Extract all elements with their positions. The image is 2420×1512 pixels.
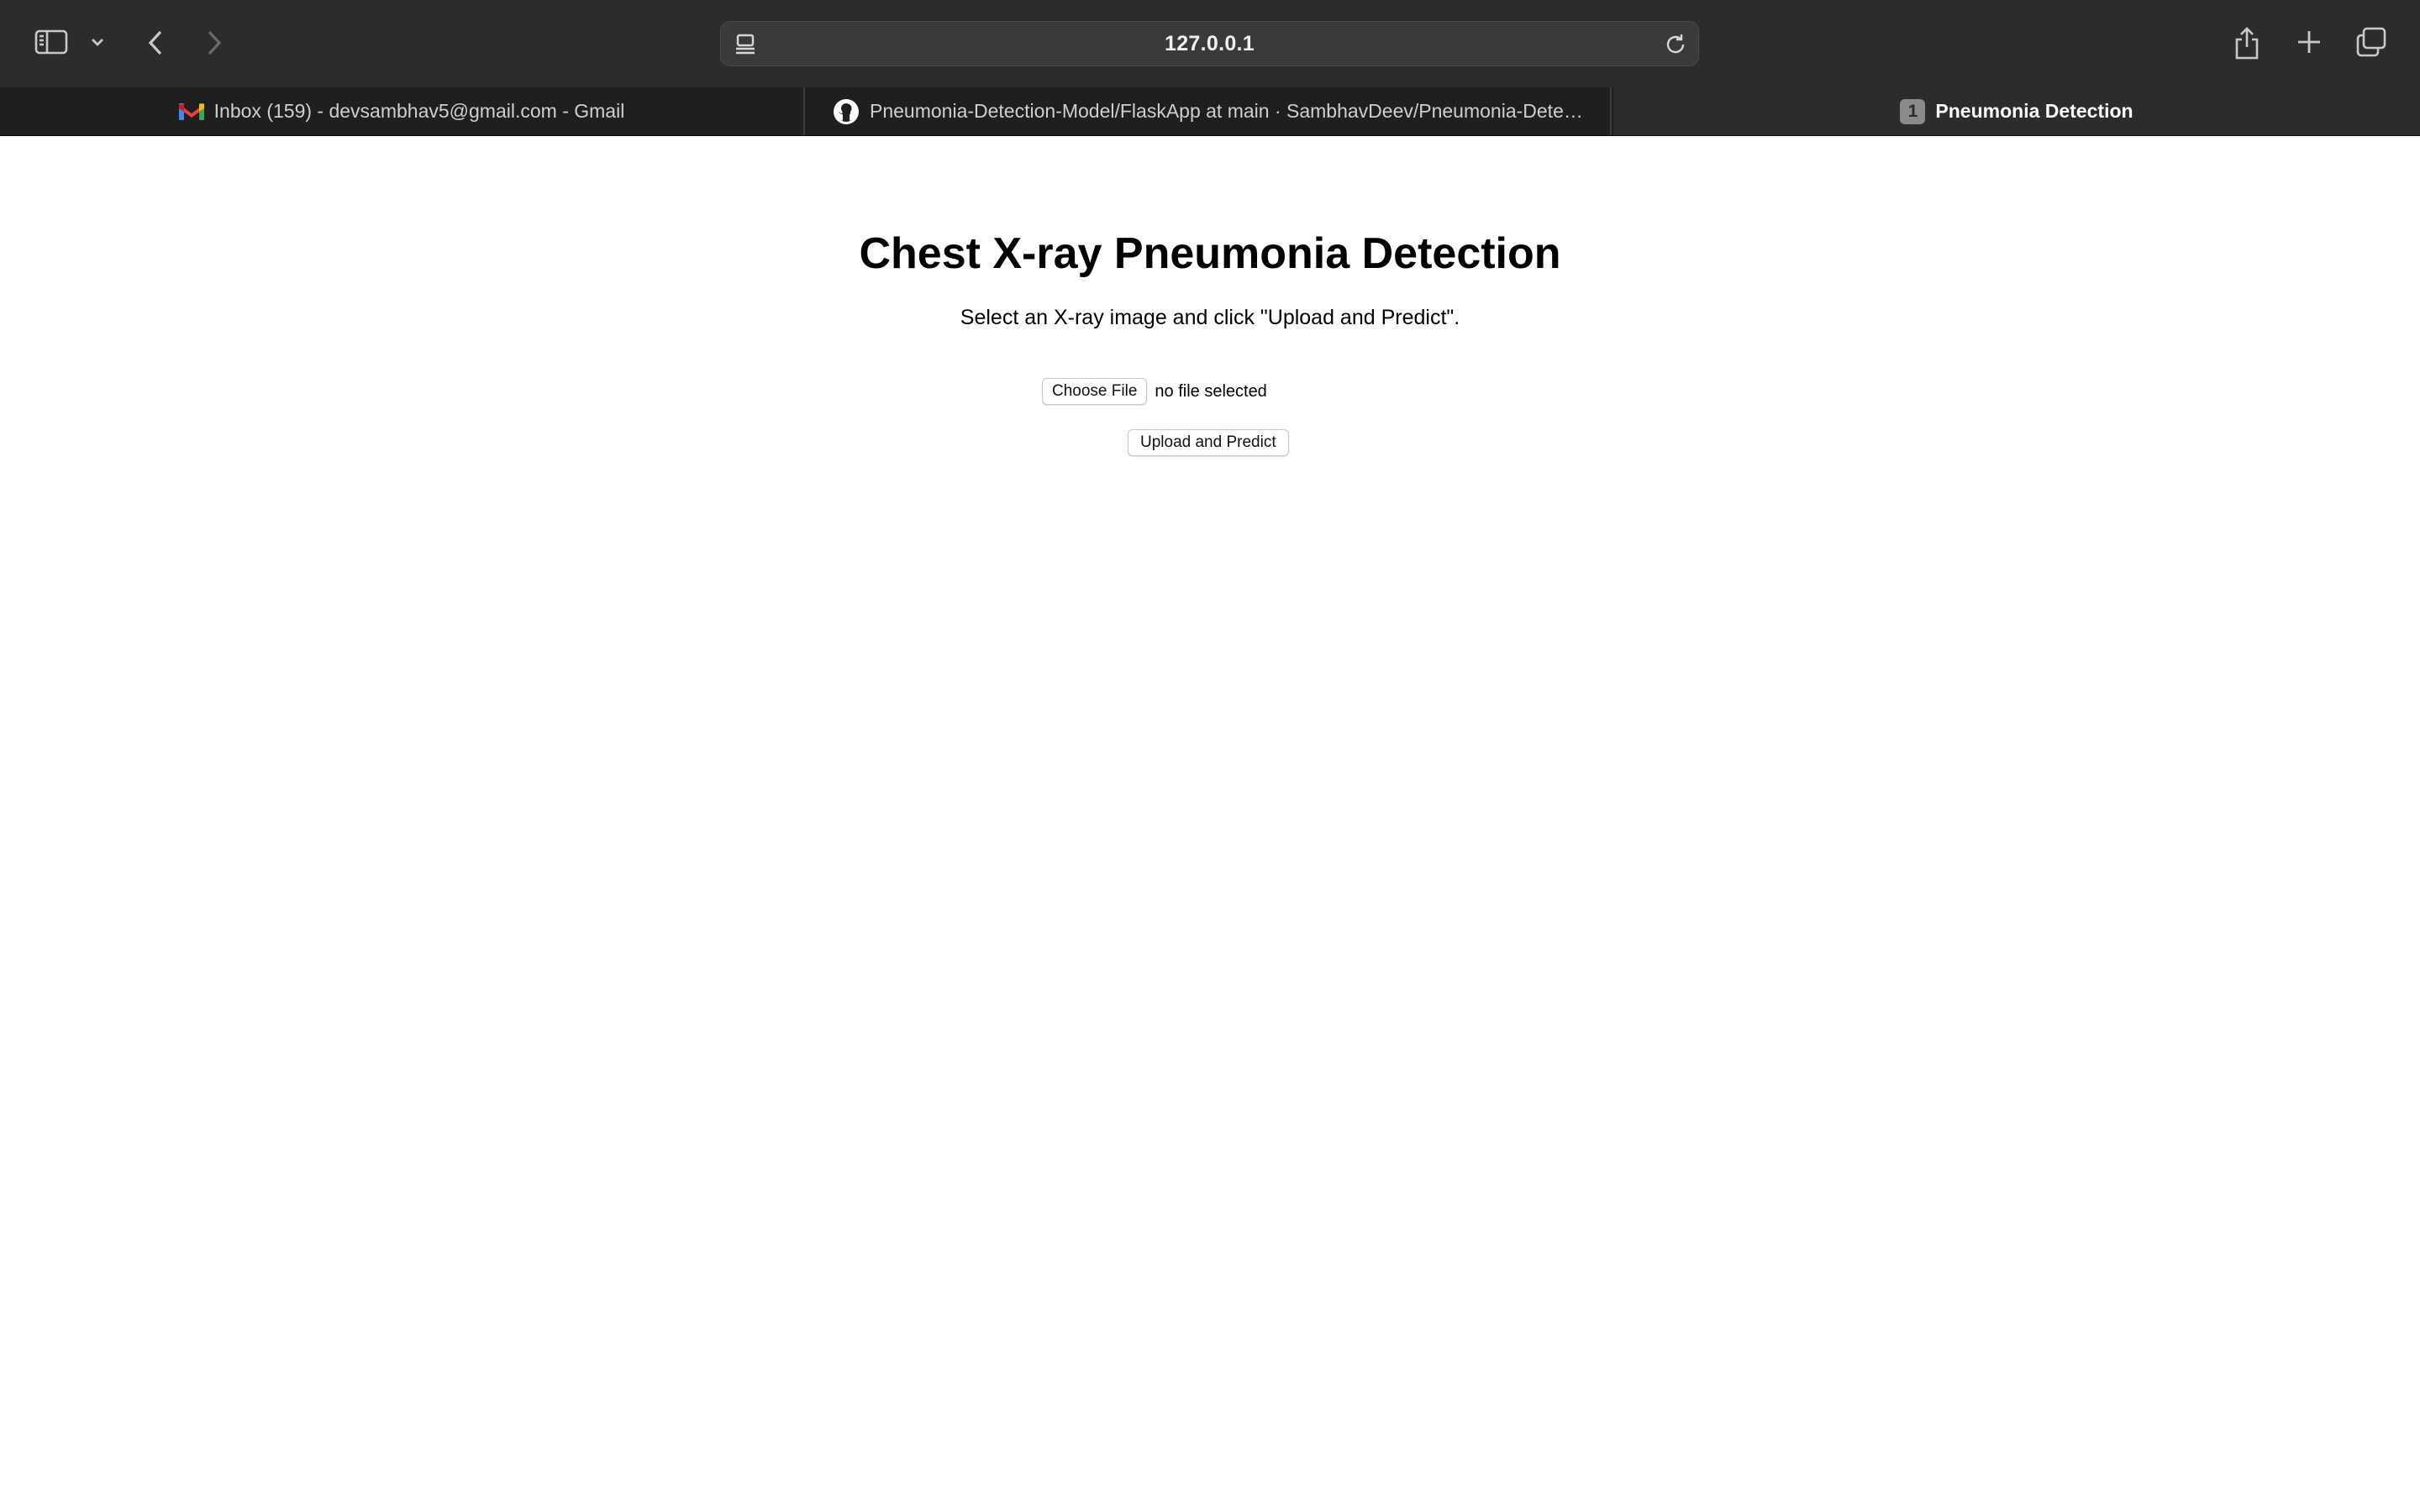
- tab-label: Pneumonia Detection: [1935, 100, 2133, 122]
- address-bar[interactable]: 127.0.0.1: [720, 21, 1699, 66]
- file-input[interactable]: Choose File no file selected: [1042, 377, 1267, 406]
- upload-and-predict-button[interactable]: Upload and Predict: [1128, 429, 1289, 456]
- back-button[interactable]: [141, 25, 170, 60]
- page-title: Chest X-ray Pneumonia Detection: [859, 229, 1561, 278]
- plus-icon[interactable]: [2291, 24, 2328, 60]
- github-icon: [833, 98, 860, 125]
- reload-icon[interactable]: [1663, 32, 1688, 57]
- file-status: no file selected: [1155, 381, 1267, 401]
- tab-label: Pneumonia-Detection-Model/FlaskApp at ma…: [870, 100, 1584, 122]
- tab-github[interactable]: Pneumonia-Detection-Model/FlaskApp at ma…: [807, 87, 1612, 135]
- sidebar-icon[interactable]: [32, 25, 71, 59]
- tab-strip: Inbox (159) - devsambhav5@gmail.com - Gm…: [0, 87, 2420, 136]
- share-icon[interactable]: [2228, 22, 2265, 64]
- tab-pneumonia-detection[interactable]: 1 Pneumonia Detection: [1613, 87, 2420, 135]
- page-instructions: Select an X-ray image and click "Upload …: [960, 306, 1460, 329]
- page-content: Chest X-ray Pneumonia Detection Select a…: [0, 136, 2420, 1512]
- chevron-down-icon[interactable]: [87, 30, 108, 54]
- chevron-left-icon: [148, 30, 162, 55]
- gmail-icon: [178, 102, 204, 122]
- browser-toolbar: 127.0.0.1: [0, 0, 2420, 87]
- tab-label: Inbox (159) - devsambhav5@gmail.com - Gm…: [213, 100, 625, 122]
- tab-overview-icon[interactable]: [2353, 24, 2390, 60]
- address-text[interactable]: 127.0.0.1: [721, 22, 1698, 66]
- chevron-right-icon: [208, 30, 222, 55]
- choose-file-button[interactable]: Choose File: [1042, 378, 1148, 405]
- tab-badge: 1: [1900, 98, 1926, 124]
- forward-button[interactable]: [200, 25, 229, 60]
- tab-gmail[interactable]: Inbox (159) - devsambhav5@gmail.com - Gm…: [0, 87, 805, 135]
